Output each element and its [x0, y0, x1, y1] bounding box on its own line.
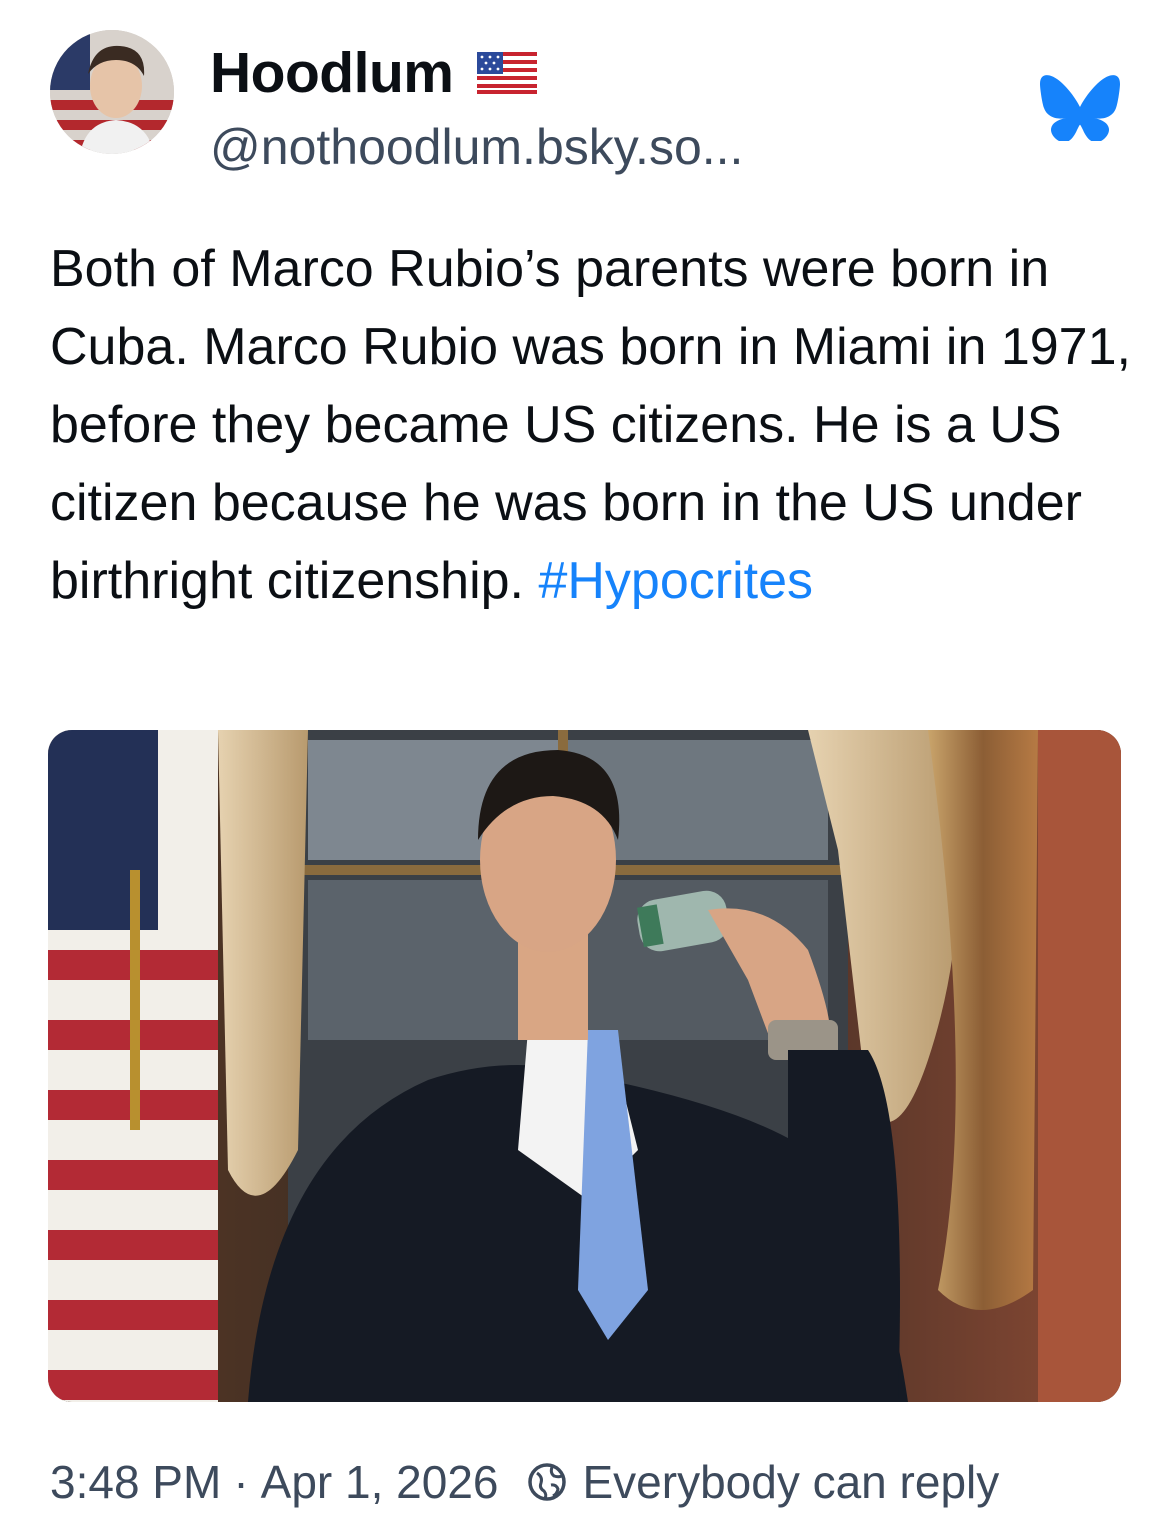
post-text: Both of Marco Rubio’s parents were born … — [50, 230, 1140, 620]
avatar[interactable] — [50, 30, 174, 154]
post-date[interactable]: Apr 1, 2026 — [261, 1455, 499, 1509]
display-name-text[interactable]: Hoodlum — [210, 40, 454, 106]
meta-separator: · — [233, 1456, 249, 1508]
post-time[interactable]: 3:48 PM — [50, 1455, 221, 1509]
hashtag-link[interactable]: #Hypocrites — [538, 552, 813, 610]
post-meta: 3:48 PM · Apr 1, 2026 Everybody can repl… — [50, 1450, 999, 1514]
bluesky-butterfly-icon[interactable] — [1040, 75, 1120, 141]
globe-icon — [528, 1463, 567, 1501]
author-display-name[interactable]: Hoodlum — [210, 38, 538, 108]
author-handle[interactable]: @nothoodlum.bsky.so... — [210, 118, 743, 176]
post-photo[interactable] — [48, 730, 1121, 1402]
reply-setting[interactable]: Everybody can reply — [582, 1455, 999, 1509]
us-flag-icon — [477, 52, 538, 94]
